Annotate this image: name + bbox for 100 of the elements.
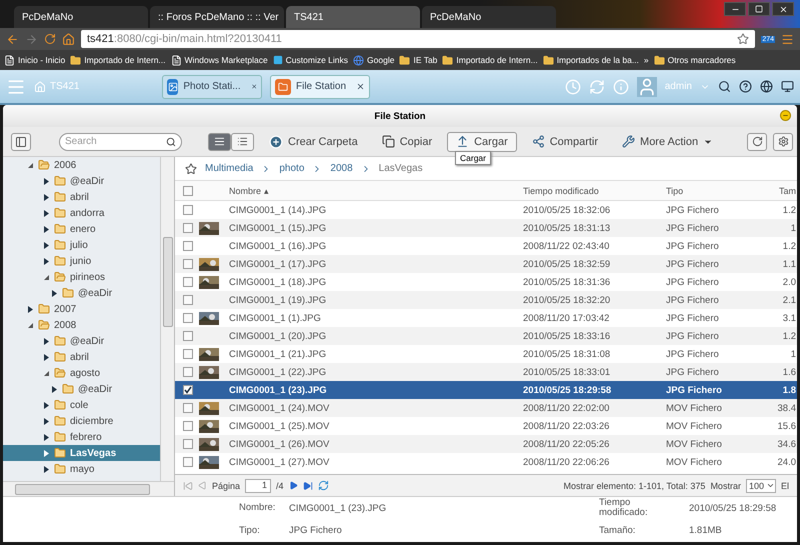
- expander-icon[interactable]: [43, 354, 50, 360]
- file-row[interactable]: CIMG0001_1 (23).JPG 2010/05/25 18:29:58 JPG Fichero 1.8: [175, 381, 797, 399]
- close-icon[interactable]: [772, 2, 794, 16]
- file-row[interactable]: CIMG0001_1 (15).JPG 2010/05/25 18:31:13 JPG Fichero 1: [175, 219, 797, 237]
- back-icon[interactable]: [6, 32, 19, 46]
- expander-icon[interactable]: [43, 466, 50, 472]
- browser-tab[interactable]: :: Foros PcDeMano :: :: Ver: [150, 6, 284, 28]
- scrollbar[interactable]: [160, 157, 174, 481]
- file-row[interactable]: CIMG0001_1 (22).JPG 2010/05/25 18:33:01 JPG Fichero 1.6: [175, 363, 797, 381]
- folder-tree-item[interactable]: 2006: [3, 157, 160, 173]
- bookmark-link[interactable]: Importado de Intern...: [442, 54, 538, 66]
- close-icon[interactable]: [356, 82, 365, 91]
- folder-tree-item[interactable]: enero: [3, 221, 160, 237]
- favorite-icon[interactable]: [185, 162, 197, 174]
- scrollbar[interactable]: [3, 481, 174, 496]
- expander-icon[interactable]: [43, 178, 50, 184]
- row-checkbox[interactable]: [183, 331, 193, 341]
- toolbar-button[interactable]: Cargar: [447, 132, 517, 152]
- folder-tree-item[interactable]: LasVegas: [3, 445, 160, 461]
- address-field[interactable]: ts421:8080/cgi-bin/main.html?20130411: [81, 30, 756, 48]
- settings-icon[interactable]: [773, 132, 793, 150]
- expander-icon[interactable]: [27, 162, 34, 168]
- toolbar-button[interactable]: More Action: [613, 132, 722, 152]
- folder-tree-item[interactable]: @eaDir: [3, 381, 160, 397]
- row-checkbox[interactable]: [183, 439, 193, 449]
- language-icon[interactable]: [760, 80, 773, 93]
- expander-icon[interactable]: [51, 290, 58, 296]
- file-row[interactable]: CIMG0001_1 (19).JPG 2010/05/25 18:32:20 JPG Fichero 2.1: [175, 291, 797, 309]
- expander-icon[interactable]: [43, 210, 50, 216]
- reload-icon[interactable]: [44, 33, 56, 45]
- row-checkbox[interactable]: [183, 349, 193, 359]
- expander-icon[interactable]: [43, 418, 50, 424]
- row-checkbox[interactable]: [183, 313, 193, 323]
- column-header[interactable]: Tam: [744, 186, 797, 196]
- folder-tree-item[interactable]: cole: [3, 397, 160, 413]
- app-tab[interactable]: Photo Stati...: [162, 74, 262, 98]
- details-view-button[interactable]: [231, 132, 254, 150]
- breadcrumb-link[interactable]: photo: [279, 163, 304, 174]
- row-checkbox[interactable]: [183, 295, 193, 305]
- expander-icon[interactable]: [51, 386, 58, 392]
- column-header[interactable]: Tipo: [662, 186, 744, 196]
- bookmark-link[interactable]: IE Tab: [399, 54, 438, 66]
- browser-tab[interactable]: TS421: [286, 6, 420, 28]
- folder-tree-item[interactable]: @eaDir: [3, 333, 160, 349]
- expander-icon[interactable]: [43, 338, 50, 344]
- folder-tree-item[interactable]: junio: [3, 253, 160, 269]
- folder-tree-item[interactable]: @eaDir: [3, 285, 160, 301]
- folder-tree-item[interactable]: 2007: [3, 301, 160, 317]
- help-icon[interactable]: [739, 80, 752, 93]
- folder-tree-item[interactable]: diciembre: [3, 413, 160, 429]
- bookmark-folder[interactable]: Otros marcadores: [654, 54, 736, 66]
- page-field[interactable]: 1: [245, 478, 272, 492]
- folder-tree-item[interactable]: mayo: [3, 461, 160, 477]
- breadcrumb-link[interactable]: 2008: [330, 163, 353, 174]
- row-checkbox[interactable]: [183, 259, 193, 269]
- breadcrumb-link[interactable]: LasVegas: [378, 163, 423, 174]
- maximize-icon[interactable]: [748, 2, 770, 16]
- row-checkbox[interactable]: [183, 223, 193, 233]
- browser-tab[interactable]: PcDeMaNo: [14, 6, 148, 28]
- row-checkbox[interactable]: [183, 277, 193, 287]
- monitor-icon[interactable]: [781, 80, 794, 93]
- folder-tree-item[interactable]: agosto: [3, 365, 160, 381]
- row-checkbox[interactable]: [183, 457, 193, 467]
- toolbar-button[interactable]: Compartir: [522, 132, 608, 152]
- more-bookmarks[interactable]: »: [644, 55, 649, 65]
- star-icon[interactable]: [737, 33, 750, 45]
- folder-tree-item[interactable]: febrero: [3, 429, 160, 445]
- per-page-select[interactable]: 100: [746, 478, 776, 492]
- expander-icon[interactable]: [43, 402, 50, 408]
- expander-icon[interactable]: [43, 274, 50, 280]
- refresh-icon[interactable]: [747, 132, 767, 150]
- file-row[interactable]: CIMG0001_1 (24).MOV 2008/11/20 22:02:00 MOV Fichero 38.4: [175, 399, 797, 417]
- folder-tree-item[interactable]: pirineos: [3, 269, 160, 285]
- bookmark-link[interactable]: Importados de la ba...: [542, 54, 639, 66]
- folder-tree-item[interactable]: abril: [3, 349, 160, 365]
- toolbar-button[interactable]: Copiar: [372, 132, 442, 152]
- expander-icon[interactable]: [43, 226, 50, 232]
- folder-tree-item[interactable]: @eaDir: [3, 173, 160, 189]
- last-page-icon[interactable]: [302, 480, 313, 490]
- row-checkbox[interactable]: [183, 367, 193, 377]
- bookmark-link[interactable]: Inicio - Inicio: [4, 54, 66, 66]
- column-header[interactable]: Tiempo modificado: [519, 186, 662, 196]
- minimize-icon[interactable]: [780, 110, 791, 121]
- file-row[interactable]: CIMG0001_1 (26).MOV 2008/11/20 22:05:26 MOV Fichero 34.6: [175, 435, 797, 453]
- folder-tree-item[interactable]: abril: [3, 189, 160, 205]
- app-tab[interactable]: File Station: [270, 74, 370, 98]
- menu-icon[interactable]: [781, 32, 794, 46]
- bookmark-link[interactable]: Windows Marketplace: [170, 54, 268, 66]
- refresh-icon[interactable]: [318, 480, 329, 491]
- list-view-button[interactable]: [208, 132, 231, 150]
- folder-tree-item[interactable]: 2008: [3, 317, 160, 333]
- home-icon[interactable]: [62, 32, 75, 46]
- browser-tab[interactable]: PcDeMaNo: [422, 6, 556, 28]
- row-checkbox[interactable]: [183, 205, 193, 215]
- search-icon[interactable]: [718, 80, 731, 93]
- row-checkbox[interactable]: [183, 421, 193, 431]
- file-row[interactable]: CIMG0001_1 (20).JPG 2010/05/25 18:33:16 JPG Fichero 1.2: [175, 327, 797, 345]
- folder-tree-item[interactable]: andorra: [3, 205, 160, 221]
- expander-icon[interactable]: [43, 194, 50, 200]
- row-checkbox[interactable]: [183, 241, 193, 251]
